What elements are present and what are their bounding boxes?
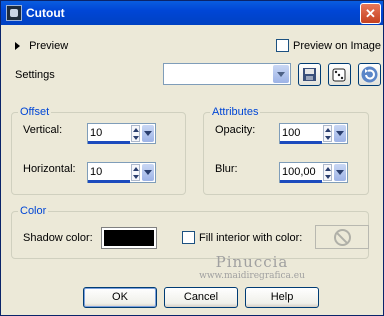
cancel-button[interactable]: Cancel (164, 287, 238, 308)
expand-triangle-icon (15, 42, 20, 51)
blur-slider-bar[interactable] (280, 180, 322, 183)
vertical-value[interactable]: 10 (90, 127, 102, 139)
offset-legend: Offset (18, 106, 52, 118)
blur-value[interactable]: 100,00 (282, 166, 316, 178)
settings-dropdown[interactable] (163, 63, 291, 85)
shadow-color-fill (104, 230, 154, 246)
settings-label: Settings (15, 69, 55, 81)
fill-interior-checkbox[interactable] (182, 231, 195, 244)
help-button[interactable]: Help (245, 287, 319, 308)
preview-on-image-checkbox[interactable] (276, 39, 289, 52)
horizontal-label: Horizontal: (23, 163, 76, 175)
shadow-color-swatch[interactable] (101, 227, 157, 249)
horizontal-spinner[interactable]: 10 (87, 162, 156, 183)
blur-label: Blur: (215, 163, 238, 175)
preview-on-image-label: Preview on Image (293, 39, 382, 52)
fill-interior-row[interactable]: Fill interior with color: (182, 231, 302, 244)
vertical-stepper[interactable] (131, 125, 140, 142)
opacity-label: Opacity: (215, 124, 256, 136)
blur-spinner[interactable]: 100,00 (279, 162, 348, 183)
dice-icon (332, 68, 346, 82)
no-color-icon (334, 229, 351, 246)
window-title: Cutout (26, 6, 65, 20)
opacity-stepper[interactable] (323, 125, 332, 142)
watermark-url: www.maidiregrafica.eu (199, 271, 305, 281)
opacity-slider-dropdown-icon[interactable] (334, 125, 346, 142)
vertical-slider-dropdown-icon[interactable] (142, 125, 154, 142)
app-icon (6, 5, 22, 21)
title-bar[interactable]: Cutout ✕ (1, 1, 383, 25)
fill-color-swatch[interactable] (315, 225, 369, 249)
blur-slider-dropdown-icon[interactable] (334, 164, 346, 181)
blur-stepper[interactable] (323, 164, 332, 181)
reset-arrow-icon (361, 66, 378, 83)
preview-expander[interactable]: Preview (15, 40, 68, 54)
watermark: Pinuccia www.maidiregrafica.eu (187, 253, 317, 281)
chevron-down-icon[interactable] (273, 65, 289, 83)
horizontal-stepper[interactable] (131, 164, 140, 181)
attributes-legend: Attributes (210, 106, 261, 118)
opacity-value[interactable]: 100 (282, 127, 300, 139)
opacity-slider-bar[interactable] (280, 141, 322, 144)
vertical-spinner[interactable]: 10 (87, 123, 156, 144)
opacity-spinner[interactable]: 100 (279, 123, 348, 144)
horizontal-slider-bar[interactable] (88, 180, 130, 183)
preview-on-image-row[interactable]: Preview on Image (276, 39, 381, 52)
shadow-color-label: Shadow color: (23, 232, 93, 244)
cutout-dialog: Cutout ✕ Preview Preview on Image Settin… (0, 0, 384, 316)
watermark-name: Pinuccia (215, 253, 289, 271)
vertical-slider-bar[interactable] (88, 141, 130, 144)
preview-label: Preview (29, 40, 69, 53)
randomize-button[interactable] (328, 63, 351, 86)
floppy-disk-icon (303, 68, 316, 81)
ok-button[interactable]: OK (83, 287, 157, 308)
horizontal-value[interactable]: 10 (90, 166, 102, 178)
fill-interior-label: Fill interior with color: (199, 231, 303, 244)
save-preset-button[interactable] (298, 63, 321, 86)
vertical-label: Vertical: (23, 124, 63, 136)
reset-button[interactable] (358, 63, 381, 86)
close-button[interactable]: ✕ (360, 3, 381, 24)
horizontal-slider-dropdown-icon[interactable] (142, 164, 154, 181)
color-legend: Color (18, 205, 49, 217)
